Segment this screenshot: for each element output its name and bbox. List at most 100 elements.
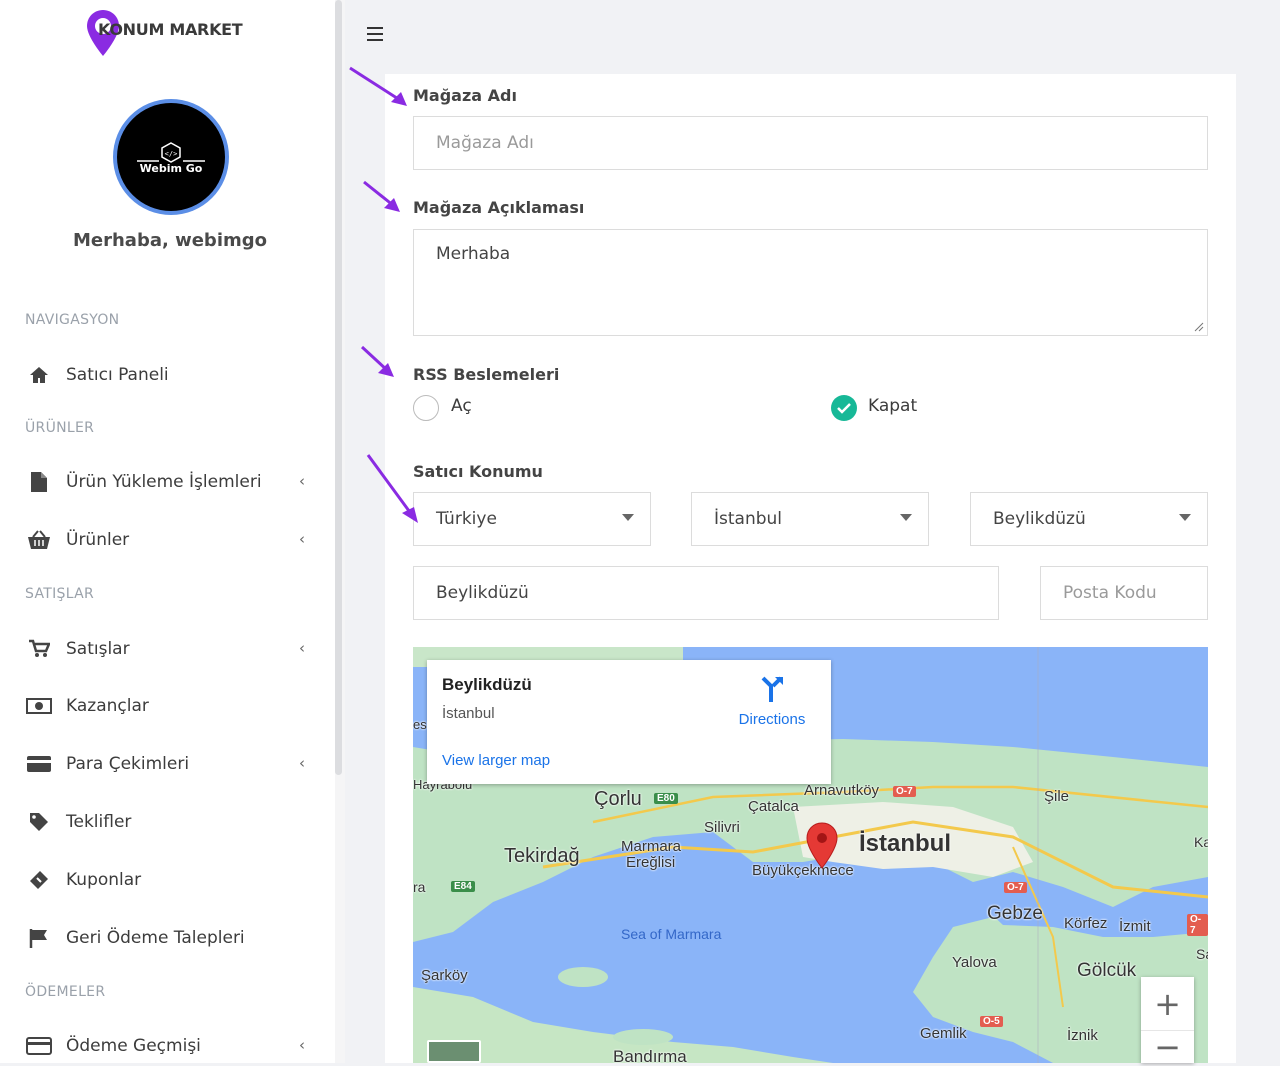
sidebar-item-products[interactable]: Ürünler ‹ bbox=[25, 520, 315, 560]
nav-section-sales: SATIŞLAR bbox=[25, 586, 95, 602]
city-value: İstanbul bbox=[714, 509, 783, 529]
sidebar-item-label: Para Çekimleri bbox=[66, 754, 190, 774]
district-select[interactable]: Beylikdüzü bbox=[970, 492, 1208, 546]
map-info-window: Beylikdüzü İstanbul View larger map Dire… bbox=[427, 660, 831, 784]
caret-down-icon bbox=[1179, 514, 1191, 521]
rss-close-label[interactable]: Kapat bbox=[868, 396, 917, 416]
sidebar-item-label: Satışlar bbox=[66, 639, 130, 659]
map-label-golcuk: Gölcük bbox=[1077, 960, 1137, 981]
top-bar bbox=[345, 0, 1280, 74]
store-description-label: Mağaza Açıklaması bbox=[413, 198, 585, 217]
sidebar-item-seller-panel[interactable]: Satıcı Paneli bbox=[25, 355, 315, 395]
map-label-sap: Sap bbox=[1196, 946, 1208, 962]
postal-code-placeholder: Posta Kodu bbox=[1063, 583, 1157, 603]
resize-handle-icon[interactable] bbox=[1194, 322, 1204, 332]
sidebar-item-label: Teklifler bbox=[66, 812, 132, 832]
nav-section-navigation: NAVIGASYON bbox=[25, 312, 120, 328]
sidebar-item-earnings[interactable]: Kazançlar bbox=[25, 686, 315, 726]
sidebar-item-label: Ödeme Geçmişi bbox=[66, 1036, 201, 1056]
map-label-corlu: Çorlu bbox=[594, 788, 642, 810]
map-label-bandirma: Bandırma bbox=[613, 1047, 687, 1063]
map-label-marmara-1: Marmara bbox=[621, 838, 682, 855]
map-label-yalova: Yalova bbox=[952, 954, 997, 971]
map-label-ra: ra bbox=[413, 879, 426, 895]
map-label-istanbul: İstanbul bbox=[859, 830, 952, 857]
store-description-textarea[interactable]: Merhaba bbox=[413, 229, 1208, 336]
map-label-tekirdag: Tekirdağ bbox=[504, 845, 580, 867]
hamburger-menu-icon[interactable] bbox=[367, 27, 383, 45]
city-select[interactable]: İstanbul bbox=[691, 492, 929, 546]
brand-name: KONUM MARKET bbox=[98, 20, 243, 39]
map-info-title: Beylikdüzü bbox=[442, 675, 532, 694]
sidebar-scrollbar-thumb[interactable] bbox=[335, 0, 342, 775]
road-shield-o7: O-7 bbox=[1187, 914, 1208, 936]
map-info-subtitle: İstanbul bbox=[442, 705, 495, 722]
sidebar-item-payment-history[interactable]: Ödeme Geçmişi ‹ bbox=[25, 1026, 315, 1066]
postal-code-input[interactable]: Posta Kodu bbox=[1040, 566, 1208, 620]
svg-text:</>: </> bbox=[165, 150, 178, 158]
road-shield-e80: E80 bbox=[654, 793, 678, 804]
map-label-korfez: Körfez bbox=[1064, 915, 1108, 932]
district-value: Beylikdüzü bbox=[993, 509, 1086, 529]
ticket-icon bbox=[25, 869, 53, 891]
sidebar-item-withdrawals[interactable]: Para Çekimleri ‹ bbox=[25, 744, 315, 784]
annotation-arrow-icon bbox=[366, 454, 418, 523]
home-icon bbox=[25, 364, 53, 386]
seller-location-label: Satıcı Konumu bbox=[413, 462, 543, 481]
map-label-sarkoy: Şarköy bbox=[421, 967, 468, 984]
map-label-arnavutkoy: Arnavutköy bbox=[804, 782, 880, 799]
map-zoom-controls: + − bbox=[1141, 977, 1194, 1066]
sidebar: KONUM MARKET </> Webim Go Merhaba, webim… bbox=[0, 0, 335, 1063]
credit-card-icon bbox=[25, 753, 53, 775]
sidebar-item-offers[interactable]: Teklifler bbox=[25, 802, 315, 842]
map-label-ka: Ka bbox=[1194, 834, 1208, 850]
chevron-left-icon: ‹ bbox=[299, 472, 305, 490]
file-icon bbox=[25, 471, 53, 493]
country-select[interactable]: Türkiye bbox=[413, 492, 651, 546]
sidebar-item-sales[interactable]: Satışlar ‹ bbox=[25, 629, 315, 669]
store-name-placeholder: Mağaza Adı bbox=[436, 133, 534, 153]
sidebar-item-label: Satıcı Paneli bbox=[66, 365, 169, 385]
annotation-arrow-icon bbox=[349, 66, 407, 106]
view-larger-map-link[interactable]: View larger map bbox=[442, 752, 550, 769]
caret-down-icon bbox=[622, 514, 634, 521]
sidebar-item-label: Geri Ödeme Talepleri bbox=[66, 928, 245, 948]
road-shield-o7: O-7 bbox=[1004, 882, 1027, 893]
directions-button[interactable]: Directions bbox=[727, 676, 817, 728]
address-input[interactable]: Beylikdüzü bbox=[413, 566, 999, 620]
rss-close-radio[interactable] bbox=[831, 395, 857, 421]
map-label-es: es bbox=[413, 717, 427, 732]
directions-label: Directions bbox=[738, 711, 806, 728]
code-icon: </> bbox=[137, 142, 205, 163]
sidebar-item-label: Kuponlar bbox=[66, 870, 142, 890]
road-shield-o7: O-7 bbox=[893, 786, 916, 797]
zoom-in-button[interactable]: + bbox=[1141, 977, 1194, 1031]
sidebar-item-product-upload[interactable]: Ürün Yükleme İşlemleri ‹ bbox=[25, 462, 315, 502]
map-label-gebze: Gebze bbox=[987, 903, 1043, 924]
map-label-sile: Şile bbox=[1044, 788, 1070, 805]
map-label-catalca: Çatalca bbox=[748, 798, 799, 815]
map-layer-toggle[interactable] bbox=[427, 1040, 481, 1063]
avatar[interactable]: </> Webim Go bbox=[113, 99, 229, 215]
sidebar-item-label: Kazançlar bbox=[66, 696, 149, 716]
rss-label: RSS Beslemeleri bbox=[413, 365, 560, 384]
sidebar-item-refund-requests[interactable]: Geri Ödeme Talepleri bbox=[25, 918, 315, 958]
map-label-sea-of-marmara: Sea of Marmara bbox=[621, 926, 722, 942]
nav-section-products: ÜRÜNLER bbox=[25, 420, 95, 436]
sidebar-item-coupons[interactable]: Kuponlar bbox=[25, 860, 315, 900]
map-label-silivri: Silivri bbox=[704, 819, 740, 836]
store-description-value: Merhaba bbox=[436, 244, 511, 264]
store-name-input[interactable]: Mağaza Adı bbox=[413, 116, 1208, 170]
chevron-left-icon: ‹ bbox=[299, 1036, 305, 1054]
flag-icon bbox=[25, 927, 53, 949]
map-label-gemlik: Gemlik bbox=[920, 1025, 967, 1042]
annotation-arrow-icon bbox=[363, 180, 400, 212]
sidebar-item-label: Ürünler bbox=[66, 530, 130, 550]
rss-open-radio[interactable] bbox=[413, 395, 439, 421]
rss-open-label[interactable]: Aç bbox=[451, 396, 472, 416]
road-shield-o5: O-5 bbox=[980, 1016, 1003, 1027]
map-pin-icon[interactable] bbox=[805, 822, 839, 870]
annotation-arrow-icon bbox=[360, 345, 394, 377]
chevron-left-icon: ‹ bbox=[299, 530, 305, 548]
zoom-out-button[interactable]: − bbox=[1141, 1028, 1194, 1066]
